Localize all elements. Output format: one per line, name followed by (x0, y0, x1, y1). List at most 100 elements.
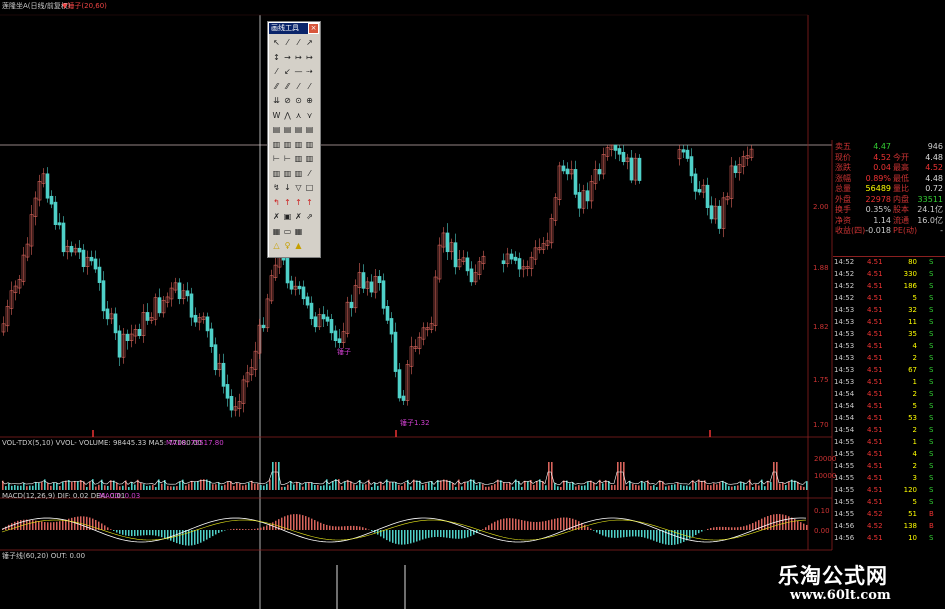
drawing-tool-button[interactable]: ⁄ (305, 82, 314, 91)
drawing-tool-button[interactable]: ⇗ (305, 212, 314, 221)
macd-bar (500, 519, 502, 530)
macd-bar (281, 517, 283, 530)
drawing-tool-button[interactable]: → (283, 53, 292, 62)
drawing-tool-button[interactable]: ♀ (283, 241, 292, 250)
drawing-tool-button[interactable]: ⁄ (283, 38, 292, 47)
macd-bar (557, 518, 559, 530)
drawing-tool-button[interactable]: ↖ (272, 38, 281, 47)
drawing-tool-button[interactable]: □ (305, 183, 314, 192)
tick-price: 4.51 (867, 438, 883, 446)
drawing-tool-button[interactable]: ▥ (294, 169, 303, 178)
drawing-tool-button[interactable]: ▲ (294, 241, 303, 250)
volume-bar (779, 483, 781, 490)
macd-bar (29, 519, 31, 530)
drawing-tool-button[interactable]: ↦ (294, 53, 303, 62)
close-icon[interactable]: × (308, 23, 319, 34)
drawing-tool-button[interactable]: ⇢ (305, 67, 314, 76)
drawing-tool-button[interactable]: ⁄⁄ (272, 82, 281, 91)
drawing-tool-button[interactable]: ⋏ (294, 111, 303, 120)
drawing-tool-button[interactable]: ↓ (283, 183, 292, 192)
signal-label: ▼锤子(20,60) (62, 2, 107, 10)
drawing-tool-button[interactable]: ▥ (272, 140, 281, 149)
drawing-tool-button[interactable]: ▥ (294, 140, 303, 149)
macd-bar (203, 530, 205, 542)
volume-bar (767, 480, 769, 490)
drawing-tool-button[interactable]: ↗ (305, 38, 314, 47)
drawing-tool-button[interactable]: ⋀ (283, 111, 292, 120)
drawing-tool-button[interactable]: ▥ (283, 169, 292, 178)
tick-dir: S (929, 330, 934, 338)
drawing-tool-button[interactable]: ↯ (272, 183, 281, 192)
drawing-tool-button[interactable]: ▤ (283, 125, 292, 134)
drawing-tool-button[interactable]: △ (272, 241, 281, 250)
drawing-tool-button[interactable]: ▤ (272, 125, 281, 134)
tick-price: 4.51 (867, 282, 883, 290)
drawing-tool-button[interactable]: ▥ (283, 140, 292, 149)
quote-divider (833, 256, 945, 257)
volume-bar (614, 484, 616, 490)
macd-bar (497, 520, 499, 530)
tick-dir: S (929, 306, 934, 314)
macd-bar (761, 518, 763, 530)
macd-bar (41, 521, 43, 530)
volume-bar (440, 480, 442, 490)
drawing-tool-button[interactable]: ⊘ (283, 96, 292, 105)
drawing-tool-button[interactable]: ⁄⁄ (283, 82, 292, 91)
macd-bar (149, 530, 151, 536)
drawing-tool-button[interactable]: ↕ (272, 53, 281, 62)
volume-bar (677, 482, 679, 490)
drawing-tool-button[interactable]: ⊢ (272, 154, 281, 163)
drawing-tool-button[interactable]: ↰ (272, 198, 281, 207)
drawing-tool-button[interactable]: ▭ (283, 227, 292, 236)
drawing-tool-button[interactable]: ↙ (283, 67, 292, 76)
macd-bar (245, 529, 247, 530)
drawing-tool-button[interactable]: ⋎ (305, 111, 314, 120)
drawing-tool-button[interactable]: ✗ (272, 212, 281, 221)
drawing-tool-button[interactable]: ⁄ (294, 38, 303, 47)
drawing-tool-button[interactable]: ⊙ (294, 96, 303, 105)
drawing-tool-button[interactable]: ⊕ (305, 96, 314, 105)
drawing-tool-button[interactable]: ▥ (272, 169, 281, 178)
drawing-tool-button[interactable]: ↦ (305, 53, 314, 62)
volume-bar (329, 485, 331, 490)
drawing-tool-button[interactable]: ⁄ (305, 169, 314, 178)
drawing-tool-button[interactable]: ↑ (283, 198, 292, 207)
macd-bar (458, 530, 460, 539)
drawing-tool-button[interactable]: ⊢ (283, 154, 292, 163)
macd-bar (716, 527, 718, 530)
macd-bar (419, 530, 421, 541)
drawing-tool-button[interactable]: ▤ (305, 125, 314, 134)
drawing-tool-button[interactable]: ▣ (283, 212, 292, 221)
drawing-tool-button[interactable]: ▥ (305, 140, 314, 149)
drawing-tool-button[interactable]: W (272, 111, 281, 120)
drawing-toolbox[interactable]: 画线工具 × ↖ ⁄ ⁄ ↗ ↕ → ↦ ↦ ⁄ ↙ — ⇢ ⁄⁄ ⁄⁄ ⁄ ⁄ ⇊ ⊘ ⊙ ⊕ W ⋀ ⋏ ⋎ ▤ ▤ ▤ ▤ ▥ ▥ ▥… (267, 21, 321, 258)
drawing-tool-button[interactable]: ▥ (305, 154, 314, 163)
drawing-tool-button[interactable]: ⇊ (272, 96, 281, 105)
macd-bar (551, 519, 553, 530)
drawing-tool-button[interactable]: ▦ (272, 227, 281, 236)
drawing-tool-button[interactable] (305, 241, 314, 250)
chart-canvas[interactable] (0, 0, 945, 609)
macd-bar (722, 526, 724, 530)
drawing-tool-button[interactable]: ↑ (294, 198, 303, 207)
tick-vol: 11 (908, 318, 917, 326)
macd-bar (362, 527, 364, 530)
drawing-tool-button[interactable]: ↑ (305, 198, 314, 207)
drawing-tool-button[interactable]: ▽ (294, 183, 303, 192)
tick-price: 4.52 (867, 510, 883, 518)
drawing-tool-button[interactable]: — (294, 67, 303, 76)
macd-bar (536, 522, 538, 530)
drawing-tool-button[interactable]: ▥ (294, 154, 303, 163)
volume-bar (170, 486, 172, 490)
macd-bar (464, 530, 466, 539)
macd-bar (44, 522, 46, 530)
drawing-tool-button[interactable]: ⁄ (272, 67, 281, 76)
drawing-tool-button[interactable]: ▦ (294, 227, 303, 236)
drawing-tool-button[interactable]: ⁄ (294, 82, 303, 91)
candle (689, 156, 694, 177)
drawing-tool-button[interactable]: ✗ (294, 212, 303, 221)
candle (105, 308, 110, 320)
drawing-tool-button[interactable]: ▤ (294, 125, 303, 134)
volume-bar (11, 485, 13, 490)
drawing-tool-button[interactable] (305, 227, 314, 236)
